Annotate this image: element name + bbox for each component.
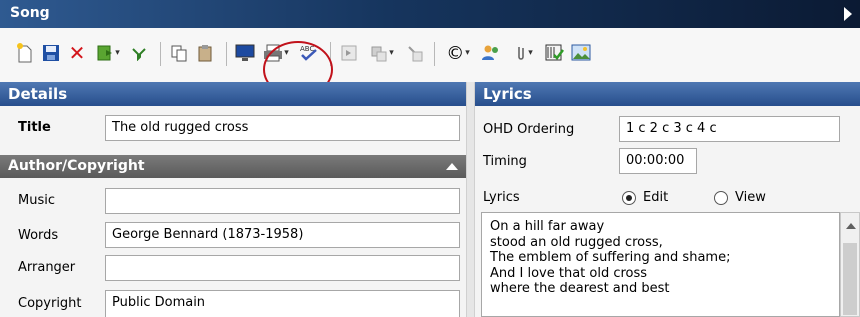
- words-label: Words: [18, 228, 59, 243]
- words-field[interactable]: George Bennard (1873-1958): [105, 222, 460, 248]
- lyrics-line: And I love that old cross: [490, 265, 648, 281]
- lyrics-scrollbar[interactable]: [840, 212, 860, 317]
- copyright-label: Copyright: [18, 296, 82, 311]
- ohd-ordering-field[interactable]: 1 c 2 c 3 c 4 c: [619, 116, 840, 142]
- scroll-up-icon[interactable]: [846, 223, 856, 229]
- panel-splitter[interactable]: [466, 82, 475, 317]
- lyrics-line: stood an old rugged cross,: [490, 234, 663, 250]
- toolbar-separator: [160, 42, 161, 66]
- collapse-up-icon[interactable]: [446, 163, 458, 170]
- music-label: Music: [18, 193, 55, 208]
- display-icon[interactable]: [234, 42, 256, 64]
- title-label: Title: [18, 120, 51, 135]
- edit-radio[interactable]: [622, 191, 636, 205]
- ohd-ordering-label: OHD Ordering: [483, 122, 575, 137]
- window-title-bar: Song: [0, 0, 860, 28]
- music-field[interactable]: [105, 188, 460, 214]
- new-icon[interactable]: [14, 42, 36, 64]
- lyrics-textarea[interactable]: On a hill far away stood an old rugged c…: [481, 212, 840, 317]
- filter-icon[interactable]: [128, 42, 150, 64]
- paste-icon[interactable]: [194, 42, 216, 64]
- copyright-symbol: ©: [446, 42, 465, 64]
- lyrics-mode-label: Lyrics: [483, 190, 520, 205]
- title-field[interactable]: The old rugged cross: [105, 115, 460, 141]
- lyrics-title: Lyrics: [483, 85, 532, 103]
- people-icon[interactable]: [480, 42, 502, 64]
- copy-icon[interactable]: [168, 42, 190, 64]
- details-title: Details: [8, 85, 68, 103]
- lyrics-line: On a hill far away: [490, 219, 605, 234]
- toolbar-separator: [434, 42, 435, 66]
- save-icon[interactable]: [40, 42, 62, 64]
- lyrics-line: where the dearest and best: [490, 281, 670, 296]
- details-header: Details: [0, 82, 466, 106]
- toolbar-separator: [226, 42, 227, 66]
- copyright-field[interactable]: Public Domain: [105, 290, 460, 317]
- view-radio[interactable]: [714, 191, 728, 205]
- timing-label: Timing: [483, 154, 527, 169]
- theme-icon[interactable]: [544, 42, 566, 64]
- author-copyright-title: Author/Copyright: [8, 158, 145, 174]
- attachment-icon[interactable]: ▾: [508, 42, 540, 64]
- scroll-thumb[interactable]: [843, 243, 857, 315]
- arranger-label: Arranger: [18, 260, 76, 275]
- lyrics-line: The emblem of suffering and shame;: [490, 250, 731, 265]
- arrow-right-icon[interactable]: [338, 42, 360, 64]
- delete-icon[interactable]: ✕: [66, 41, 88, 65]
- author-copyright-header[interactable]: Author/Copyright: [0, 155, 466, 178]
- arranger-field[interactable]: [105, 255, 460, 281]
- edit-radio-label[interactable]: Edit: [643, 190, 668, 205]
- link-icon[interactable]: ▾: [364, 42, 400, 64]
- timing-field[interactable]: 00:00:00: [619, 148, 697, 174]
- export-icon[interactable]: ▾: [90, 42, 126, 64]
- unlink-icon[interactable]: [404, 42, 426, 64]
- toolbar: ✕ ▾ ▾ ABC ▾ © ▾ ▾: [0, 28, 860, 98]
- expand-arrow-icon[interactable]: [844, 7, 852, 21]
- lyrics-header: Lyrics: [475, 82, 860, 106]
- window-title: Song: [10, 5, 50, 21]
- copyright-icon[interactable]: © ▾: [440, 42, 476, 64]
- view-radio-label[interactable]: View: [735, 190, 766, 205]
- image-icon[interactable]: [570, 42, 592, 64]
